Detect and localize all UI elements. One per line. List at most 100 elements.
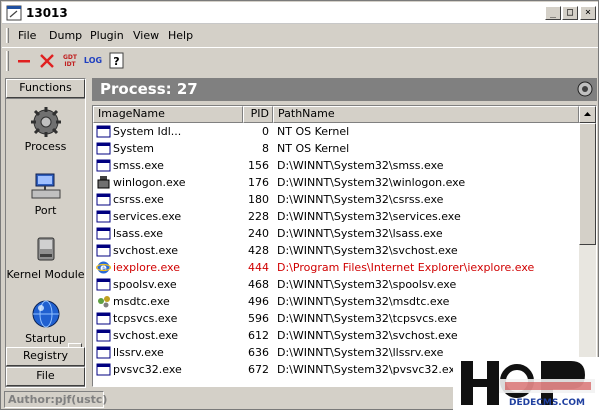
help-icon[interactable]: ? (107, 52, 127, 70)
network-port-icon (31, 173, 60, 199)
cell-pid: 228 (248, 210, 269, 223)
cell-pathname: D:\WINNT\System32\llssrv.exe (277, 346, 444, 359)
window-icon (96, 329, 111, 342)
table-row[interactable]: svchost.exe 612 D:\WINNT\System32\svchost.… (93, 327, 579, 344)
globe-startup-icon (32, 300, 59, 328)
app-window: 13013 _ □ × File Dump Plugin View Help G… (0, 0, 599, 410)
menu-dump[interactable]: Dump (49, 29, 82, 42)
vertical-scrollbar[interactable] (579, 106, 596, 386)
cell-pathname: D:\Program Files\Internet Explorer\iexpl… (277, 261, 535, 274)
cell-imagename: svchost.exe (113, 244, 179, 257)
table-row[interactable]: smss.exe 156 D:\WINNT\System32\smss.exe (93, 157, 579, 174)
refresh-icon[interactable] (577, 81, 593, 97)
column-pathname[interactable]: PathName (273, 106, 579, 123)
watermark-text: DEDECMS.COM (509, 398, 585, 408)
process-header: Process: 27 (92, 78, 597, 101)
sidebar-item-label: Process (24, 140, 67, 153)
table-row[interactable]: csrss.exe 180 D:\WINNT\System32\csrss.exe (93, 191, 579, 208)
cell-pathname: D:\WINNT\System32\services.exe (277, 210, 461, 223)
chevron-up-icon (584, 112, 591, 116)
cell-imagename: msdtc.exe (113, 295, 170, 308)
cell-imagename: spoolsv.exe (113, 278, 177, 291)
cell-imagename: pvsvc32.exe (113, 363, 182, 376)
cell-pid: 596 (248, 312, 269, 325)
cell-imagename: lsass.exe (113, 227, 163, 240)
gdt-idt-button[interactable]: GDT IDT (60, 52, 80, 70)
column-imagename[interactable]: ImageName (93, 106, 243, 123)
window-icon (96, 159, 111, 172)
cell-imagename: csrss.exe (113, 193, 164, 206)
cell-pid: 428 (248, 244, 269, 257)
msdtc-icon (98, 296, 110, 308)
ie-icon: e (96, 261, 111, 274)
cell-pid: 496 (248, 295, 269, 308)
table-row[interactable]: e iexplore.exe 444 D:\Program Files\Interne… (93, 259, 579, 276)
cell-imagename: services.exe (113, 210, 182, 223)
cell-pid: 8 (262, 142, 269, 155)
cell-pathname: D:\WINNT\System32\msdtc.exe (277, 295, 450, 308)
cell-pathname: D:\WINNT\System32\lsass.exe (277, 227, 443, 240)
window-icon (96, 312, 111, 325)
window-icon (96, 363, 111, 376)
gear-icon (30, 107, 61, 137)
table-row[interactable]: tcpsvcs.exe 596 D:\WINNT\System32\tcpsvcs.… (93, 310, 579, 327)
cell-imagename: System Idl... (113, 125, 182, 138)
menu-grip[interactable] (6, 28, 9, 43)
kill-x-icon[interactable] (37, 52, 57, 70)
sidebar-item-process[interactable]: Process (6, 102, 85, 162)
cell-pathname: D:\WINNT\System32\spoolsv.exe (277, 278, 457, 291)
cell-imagename: smss.exe (113, 159, 164, 172)
sidebar-item-kernel-module[interactable]: Kernel Module (6, 230, 85, 290)
cell-pid: 444 (248, 261, 269, 274)
column-pid[interactable]: PID (243, 106, 273, 123)
cell-pathname: D:\WINNT\System32\csrss.exe (277, 193, 444, 206)
cell-imagename: svchost.exe (113, 329, 179, 342)
title-bar: 13013 _ □ × (2, 2, 598, 24)
table-row[interactable]: msdtc.exe 496 D:\WINNT\System32\msdtc.exe (93, 293, 579, 310)
watermark-logo: DEDECMS.COM (453, 357, 599, 410)
maximize-button[interactable]: □ (562, 6, 578, 20)
sidebar-header-file[interactable]: File (6, 367, 85, 386)
cell-pathname: NT OS Kernel (277, 125, 350, 138)
window-title: 13013 (26, 6, 68, 20)
minus-icon[interactable] (14, 52, 34, 70)
sidebar-header-functions[interactable]: Functions (6, 79, 85, 98)
cell-pathname: D:\WINNT\System32\tcpsvcs.exe (277, 312, 457, 325)
toolbar-grip[interactable] (6, 51, 9, 71)
window-icon (96, 142, 111, 155)
process-list: ImageName PID PathName System Idl... 0 NT … (92, 105, 597, 387)
window-icon (96, 125, 111, 138)
menu-view[interactable]: View (133, 29, 159, 42)
table-row[interactable]: services.exe 228 D:\WINNT\System32\service… (93, 208, 579, 225)
sidebar-header-registry[interactable]: Registry (6, 347, 85, 366)
window-icon (96, 244, 111, 257)
page-title: Process: 27 (100, 80, 198, 98)
sidebar-item-port[interactable]: Port (6, 166, 85, 226)
minimize-button[interactable]: _ (545, 6, 561, 20)
scroll-thumb[interactable] (579, 123, 596, 245)
table-row[interactable]: System 8 NT OS Kernel (93, 140, 579, 157)
log-button[interactable]: LOG (83, 52, 103, 70)
close-button[interactable]: × (580, 6, 596, 20)
cell-pid: 176 (248, 176, 269, 189)
winlogon-icon (97, 176, 110, 189)
window-icon (96, 193, 111, 206)
table-row[interactable]: System Idl... 0 NT OS Kernel (93, 123, 579, 140)
table-header: ImageName PID PathName (93, 106, 579, 123)
table-row[interactable]: svchost.exe 428 D:\WINNT\System32\svchost.… (93, 242, 579, 259)
table-row[interactable]: spoolsv.exe 468 D:\WINNT\System32\spoolsv.… (93, 276, 579, 293)
cell-imagename: winlogon.exe (113, 176, 186, 189)
menu-help[interactable]: Help (168, 29, 193, 42)
table-row[interactable]: winlogon.exe 176 D:\WINNT\System32\winlogo… (93, 174, 579, 191)
menu-plugin[interactable]: Plugin (90, 29, 124, 42)
scroll-up-button[interactable] (579, 106, 596, 123)
sidebar: Functions Process Port Kernel Module Sta… (5, 78, 86, 388)
cell-pathname: D:\WINNT\System32\pvsvc32.exe (277, 363, 462, 376)
status-bar: Author:pjf(ustc) (4, 391, 107, 408)
table-row[interactable]: lsass.exe 240 D:\WINNT\System32\lsass.exe (93, 225, 579, 242)
cell-imagename: tcpsvcs.exe (113, 312, 178, 325)
disk-module-icon (37, 237, 54, 261)
sidebar-item-label: Kernel Module (6, 268, 85, 281)
menu-file[interactable]: File (18, 29, 36, 42)
cell-pathname: D:\WINNT\System32\svchost.exe (277, 329, 458, 342)
